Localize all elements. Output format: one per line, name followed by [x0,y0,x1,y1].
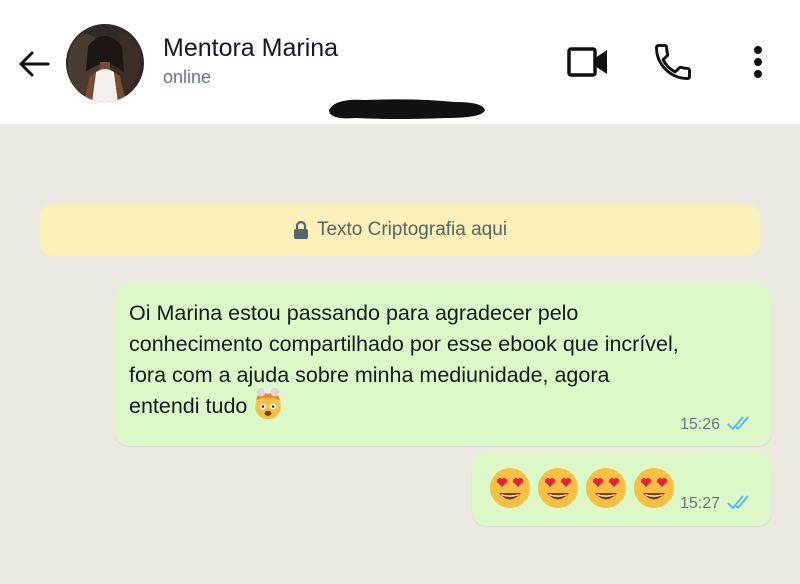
more-vertical-icon [754,46,762,78]
exploding-head-emoji [255,387,282,420]
double-check-icon [727,495,749,510]
message-bubble[interactable]: Oi Marina estou passando para agradecer … [115,284,772,446]
contact-status: online [163,67,212,87]
encryption-notice-text: Texto Criptografia aqui [316,219,508,240]
phone-icon [655,44,691,80]
avatar[interactable] [66,24,144,102]
message-time: 15:27 [679,495,720,512]
heart-eyes-emoji [634,468,674,508]
back-button[interactable] [14,44,54,84]
contact-name[interactable]: Mentora Marina [163,34,338,63]
voice-call-button[interactable] [651,40,695,84]
redaction-mark [329,99,485,119]
chat-header: Mentora Marina online [0,0,800,124]
double-check-icon [727,416,749,431]
message-text: Oi Marina estou passando para agradecer … [129,301,679,418]
encryption-notice[interactable]: Texto Criptografia aqui [40,204,760,256]
video-call-button[interactable] [566,44,610,80]
chat-area[interactable]: Texto Criptografia aqui Oi Marina estou … [0,124,800,584]
avatar-image [66,24,144,102]
message-bubble[interactable]: 😍😍😍😍 [472,452,772,526]
arrow-left-icon [19,51,50,77]
heart-eyes-emoji [586,468,626,508]
message-text-wrap: Oi Marina estou passando para agradecer … [129,298,769,422]
more-options-button[interactable] [744,42,772,84]
video-camera-icon [567,47,607,77]
heart-eyes-emoji [538,468,578,508]
heart-eyes-emoji [490,468,530,508]
message-time: 15:26 [679,416,720,433]
emoji-row [488,466,676,510]
lock-icon [293,220,308,239]
